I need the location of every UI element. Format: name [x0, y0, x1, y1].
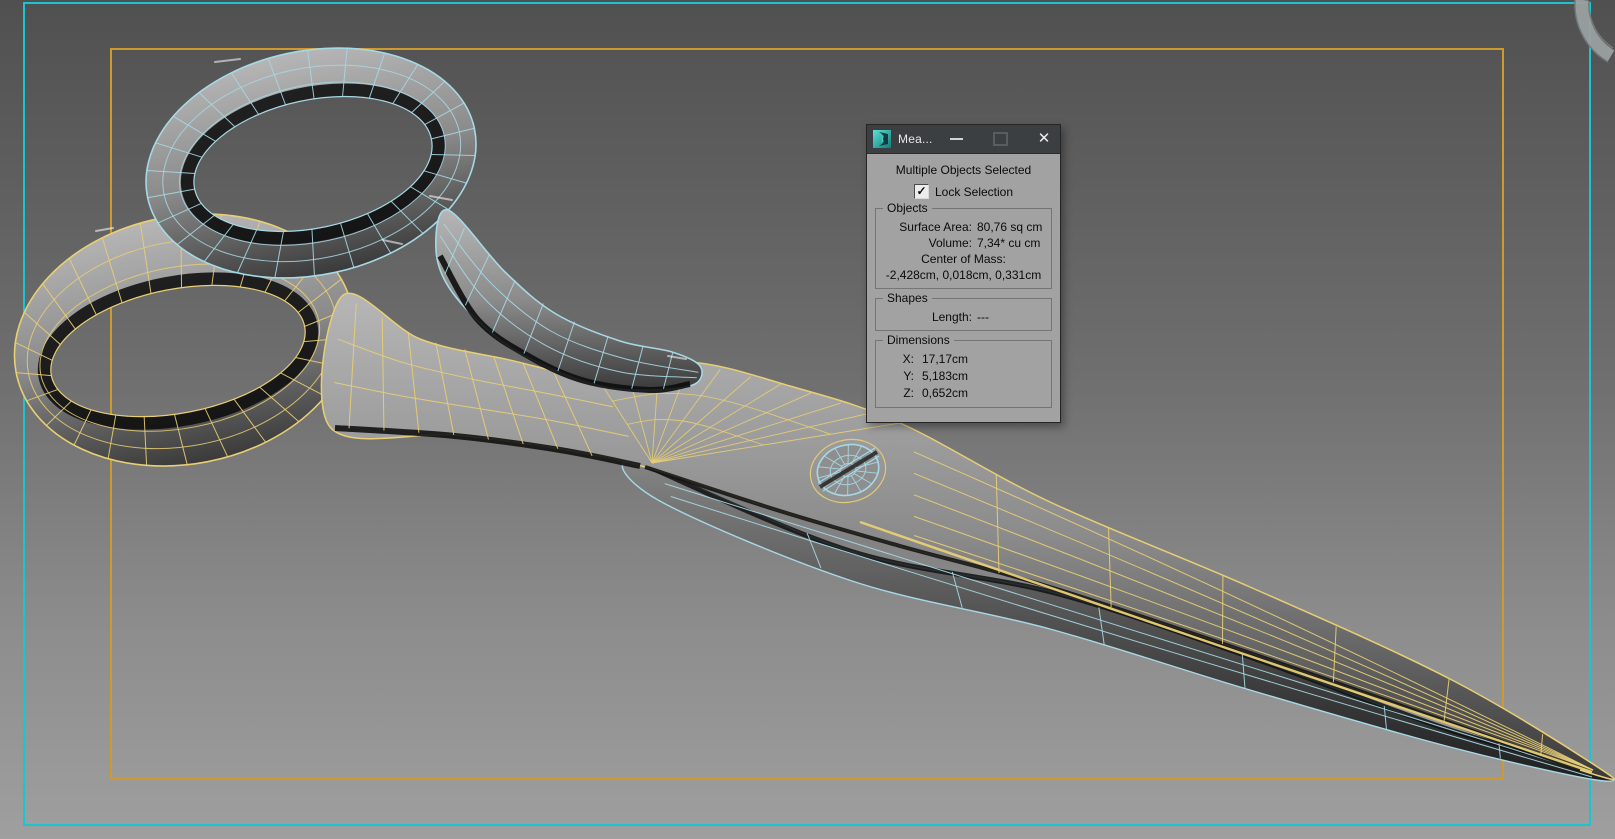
- selection-status-text: Multiple Objects Selected: [895, 163, 1032, 177]
- dialog-titlebar[interactable]: Mea... ✕: [867, 125, 1060, 154]
- dimensions-group-label: Dimensions: [883, 333, 954, 347]
- maximize-icon: [992, 132, 1008, 146]
- checkmark-icon: ✓: [916, 184, 927, 198]
- dimensions-group: Dimensions X: 17,17cm Y: 5,183cm Z: 0,65…: [875, 333, 1052, 408]
- dimension-x-row: X: 17,17cm: [902, 352, 969, 366]
- minimize-button[interactable]: [943, 125, 969, 153]
- lock-selection-checkbox[interactable]: ✓: [913, 184, 929, 199]
- dimension-z-row: Z: 0,652cm: [903, 386, 969, 400]
- viewport-corner-gizmo[interactable]: [1574, 0, 1615, 63]
- lock-selection-label: Lock Selection: [934, 184, 1014, 199]
- minimize-icon: [949, 138, 963, 140]
- lock-selection-row: ✓ Lock Selection: [872, 184, 1055, 199]
- length-row: Length: ---: [931, 310, 989, 324]
- dialog-title: Mea...: [898, 132, 933, 146]
- shapes-group: Shapes Length: ---: [875, 291, 1052, 331]
- measure-dialog[interactable]: Mea... ✕ Multiple Objects Selected ✓ Loc…: [866, 124, 1061, 423]
- center-of-mass-value: -2,428cm, 0,018cm, 0,331cm: [885, 268, 1042, 282]
- 3dsmax-viewport-screen: { "window": { "title": "Mea...", "close_…: [0, 0, 1615, 839]
- 3dsmax-logo-icon: [873, 130, 891, 148]
- objects-group-label: Objects: [883, 201, 932, 215]
- objects-group: Objects Surface Area: 80,76 sq cm Volume…: [875, 201, 1052, 289]
- center-of-mass-label: Center of Mass:: [921, 252, 1006, 266]
- maximize-button[interactable]: [987, 125, 1013, 153]
- shapes-group-label: Shapes: [883, 291, 932, 305]
- viewport-canvas[interactable]: [0, 0, 1615, 839]
- dialog-body: Multiple Objects Selected ✓ Lock Selecti…: [867, 154, 1060, 422]
- close-button[interactable]: ✕: [1031, 125, 1057, 153]
- volume-row: Volume: 7,34* cu cm: [928, 236, 1041, 250]
- surface-area-row: Surface Area: 80,76 sq cm: [899, 220, 1043, 234]
- dimension-y-row: Y: 5,183cm: [903, 369, 969, 383]
